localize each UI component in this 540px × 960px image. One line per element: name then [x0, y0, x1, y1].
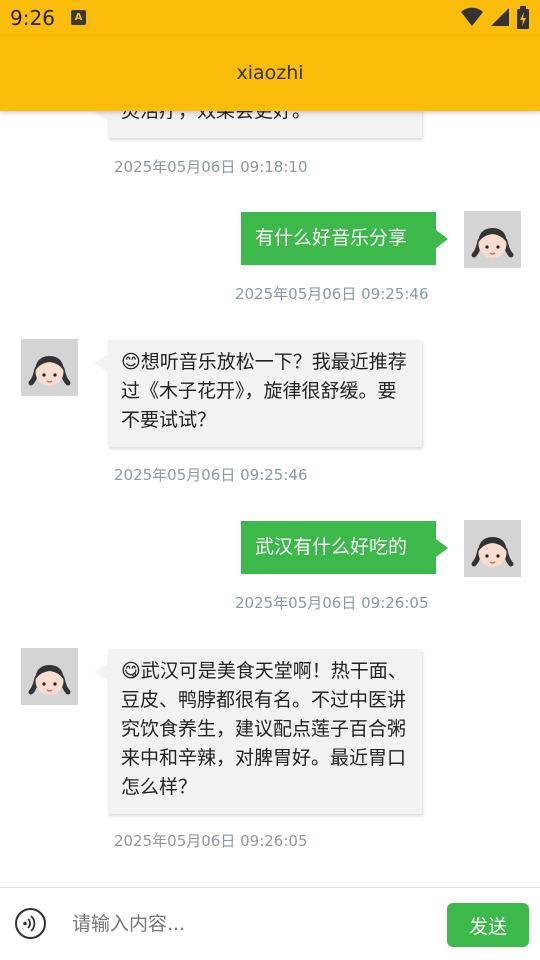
user-avatar[interactable] [464, 520, 521, 577]
assistant-message[interactable]: 😋武汉可是美食天堂啊！热干面、豆皮、鸭脖都很有名。不过中医讲究饮食养生，建议配点… [94, 649, 422, 814]
status-time: 9:26 [10, 6, 55, 30]
message-text: 😋武汉可是美食天堂啊！热干面、豆皮、鸭脖都很有名。不过中医讲究饮食养生，建议配点… [121, 660, 407, 798]
battery-icon [517, 6, 529, 29]
wifi-icon [460, 7, 483, 26]
message-input[interactable] [60, 902, 430, 946]
chat-area[interactable]: 灵活疗，效果会更好。 2025年05月06日 09:18:10 有什么好音乐分享… [0, 111, 540, 887]
voice-button[interactable] [15, 908, 46, 939]
assistant-avatar[interactable] [21, 339, 78, 396]
send-button[interactable]: 发送 [447, 903, 529, 947]
status-bar: 9:26 A [0, 0, 540, 36]
assistant-message[interactable]: 😊想听音乐放松一下？我最近推荐过《木子花开》，旋律很舒缓。要不要试试？ [94, 340, 422, 447]
user-message[interactable]: 武汉有什么好吃的 [241, 521, 448, 574]
app-title: xiaozhi [236, 62, 304, 84]
signal-icon [490, 8, 509, 26]
notification-icon: A [71, 10, 86, 25]
message-text: 灵活疗，效果会更好。 [121, 111, 312, 122]
message-timestamp: 2025年05月06日 09:25:46 [235, 285, 429, 303]
assistant-message[interactable]: 灵活疗，效果会更好。 [94, 111, 422, 138]
system-icons [460, 6, 530, 30]
user-message[interactable]: 有什么好音乐分享 [241, 212, 448, 265]
message-text: 😊想听音乐放松一下？我最近推荐过《木子花开》，旋律很舒缓。要不要试试？ [121, 351, 407, 431]
girl-avatar-icon [471, 228, 514, 258]
app-bar: xiaozhi [0, 36, 540, 111]
message-timestamp: 2025年05月06日 09:25:46 [114, 466, 308, 484]
assistant-avatar[interactable] [21, 648, 78, 705]
user-avatar[interactable] [464, 211, 521, 268]
message-timestamp: 2025年05月06日 09:18:10 [114, 158, 308, 176]
girl-avatar-icon [28, 356, 71, 386]
input-bar: 发送 [0, 887, 540, 960]
message-text: 武汉有什么好吃的 [255, 536, 408, 558]
message-text: 有什么好音乐分享 [255, 227, 408, 249]
girl-avatar-icon [471, 537, 514, 567]
message-timestamp: 2025年05月06日 09:26:05 [235, 594, 429, 612]
message-timestamp: 2025年05月06日 09:26:05 [114, 832, 308, 850]
voice-icon [23, 915, 36, 932]
girl-avatar-icon [28, 665, 71, 695]
